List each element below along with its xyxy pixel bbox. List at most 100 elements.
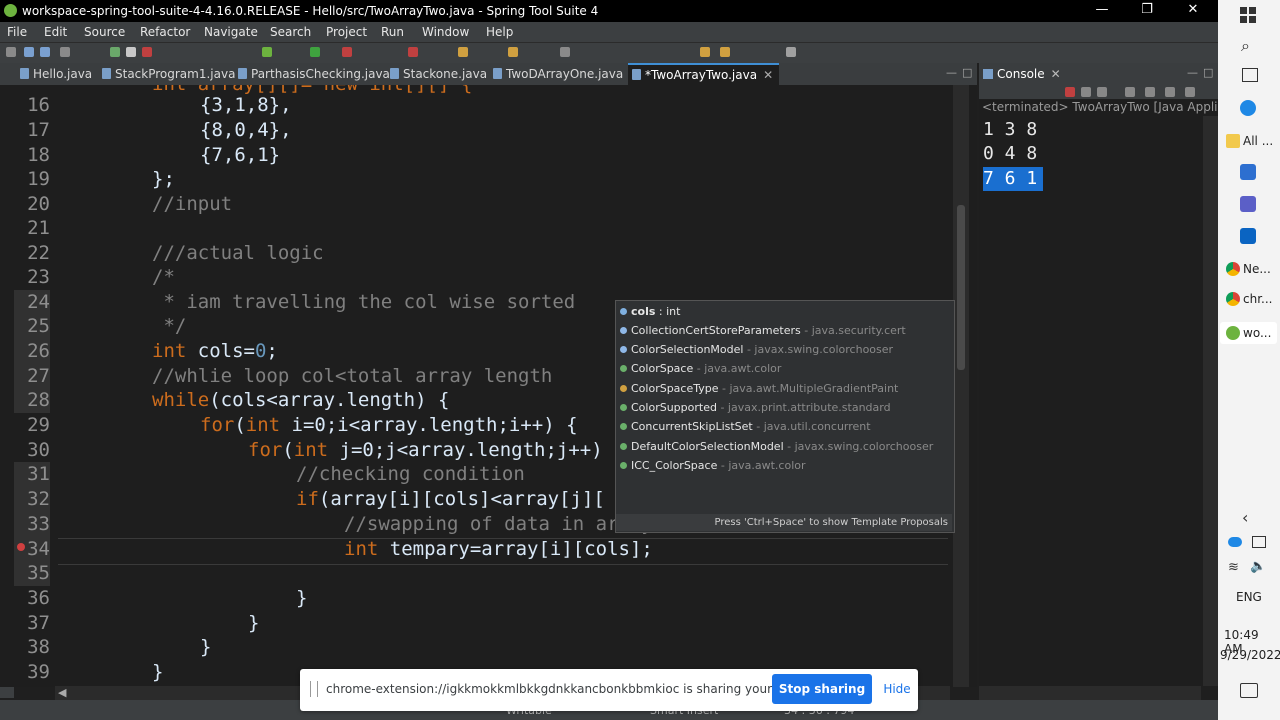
debug-icon[interactable] <box>342 47 352 57</box>
drag-handle-icon[interactable] <box>310 681 318 697</box>
maximize-editor-icon[interactable]: □ <box>962 66 972 79</box>
display-console-icon[interactable] <box>1165 87 1175 97</box>
remove-launch-icon[interactable] <box>1081 87 1091 97</box>
pin-console-icon[interactable] <box>1145 87 1155 97</box>
wifi-icon[interactable]: ≋ <box>1228 560 1239 575</box>
stop-sharing-button[interactable]: Stop sharing <box>772 674 872 704</box>
tab-console[interactable]: Console ✕ <box>983 67 1061 81</box>
console-horizontal-scrollbar[interactable] <box>979 686 1201 700</box>
console-output[interactable]: 1 3 8 0 4 8 7 6 1 <box>979 116 1218 686</box>
tab-twoarraytwo-java[interactable]: *TwoArrayTwo.java ✕ <box>628 63 780 85</box>
menu-source[interactable]: Source <box>84 25 125 39</box>
scroll-left-icon[interactable]: ◀ <box>58 686 66 699</box>
edge-icon[interactable] <box>1240 100 1256 116</box>
tab-stackone-java[interactable]: Stackone.java <box>390 63 487 85</box>
start-icon[interactable] <box>1240 7 1256 23</box>
tab-label: StackProgram1.java <box>115 67 236 81</box>
proposal-item[interactable]: cols : int <box>616 302 952 321</box>
close-button[interactable]: ✕ <box>1179 2 1207 20</box>
editor-vertical-scrollbar[interactable] <box>953 85 969 687</box>
menu-help[interactable]: Help <box>486 25 513 39</box>
taskbar-item-chrome-new[interactable]: Ne... <box>1226 262 1271 276</box>
tab-twodarrayone-java[interactable]: TwoDArrayOne.java <box>493 63 623 85</box>
remove-all-icon[interactable] <box>1097 87 1107 97</box>
back-icon[interactable] <box>700 47 710 57</box>
language-indicator[interactable]: ENG <box>1236 590 1262 604</box>
new-class-icon[interactable] <box>458 47 468 57</box>
error-marker-icon[interactable] <box>17 543 25 551</box>
teams-icon[interactable] <box>1240 196 1256 212</box>
store-icon[interactable] <box>1240 164 1256 180</box>
proposal-item[interactable]: ColorSupported - javax.print.attribute.s… <box>616 398 952 417</box>
minimize-view-icon[interactable]: — <box>1187 66 1198 79</box>
chevron-left-icon[interactable]: ‹ <box>1242 508 1248 527</box>
new-icon[interactable] <box>6 47 16 57</box>
code-text: (array[i][cols]<array[j][ <box>318 488 605 510</box>
run-icon[interactable] <box>310 47 320 57</box>
outlook-icon[interactable] <box>1240 228 1256 244</box>
proposal-name: ICC_ColorSpace <box>631 459 718 472</box>
tab-stackprogram1-java[interactable]: StackProgram1.java <box>102 63 235 85</box>
menu-project[interactable]: Project <box>326 25 367 39</box>
taskbar-item-files[interactable]: All ... <box>1226 134 1273 148</box>
menu-navigate[interactable]: Navigate <box>204 25 258 39</box>
volume-icon[interactable]: 🔈 <box>1250 559 1266 574</box>
save-icon[interactable] <box>24 47 34 57</box>
console-vertical-scrollbar[interactable] <box>1203 116 1218 686</box>
tab-parthasischecking-java[interactable]: ParthasisChecking.java <box>238 63 390 85</box>
taskbar-item-chrome[interactable]: chr... <box>1226 292 1272 306</box>
menu-search[interactable]: Search <box>270 25 311 39</box>
maximize-view-icon[interactable]: □ <box>1203 66 1213 79</box>
line-number: 24 <box>14 290 50 315</box>
hide-button[interactable]: Hide <box>882 674 912 704</box>
line-number: 17 <box>27 119 50 141</box>
open-type-icon[interactable] <box>508 47 518 57</box>
perspective-icon[interactable] <box>786 47 796 57</box>
proposal-name: cols <box>631 305 656 318</box>
terminate-icon[interactable] <box>1065 87 1075 97</box>
menu-edit[interactable]: Edit <box>44 25 67 39</box>
suspend-icon[interactable] <box>126 47 136 57</box>
minimize-button[interactable]: — <box>1088 2 1116 20</box>
proposal-item[interactable]: CollectionCertStoreParameters - java.sec… <box>616 321 952 340</box>
battery-icon[interactable] <box>1252 536 1266 548</box>
save-all-icon[interactable] <box>40 47 50 57</box>
minimize-editor-icon[interactable]: — <box>946 66 957 79</box>
menu-window[interactable]: Window <box>422 25 469 39</box>
close-tab-icon[interactable]: ✕ <box>763 68 773 82</box>
terminate-icon[interactable] <box>142 47 152 57</box>
code-line-23: /* <box>152 266 175 288</box>
taskbar-item-workspace[interactable]: wo... <box>1220 322 1278 344</box>
folder-icon <box>1226 134 1240 148</box>
proposal-item[interactable]: ColorSpaceType - java.awt.MultipleGradie… <box>616 379 952 398</box>
maximize-button[interactable]: ❐ <box>1133 2 1161 20</box>
search-icon[interactable] <box>560 47 570 57</box>
notification-icon[interactable] <box>1240 683 1258 698</box>
proposal-detail: : int <box>655 305 681 318</box>
proposal-item[interactable]: ConcurrentSkipListSet - java.util.concur… <box>616 417 952 436</box>
proposal-item[interactable]: ICC_ColorSpace - java.awt.color <box>616 456 952 475</box>
print-icon[interactable] <box>60 47 70 57</box>
clock-date[interactable]: 9/29/2022 <box>1220 648 1280 662</box>
forward-icon[interactable] <box>720 47 730 57</box>
scroll-lock-icon[interactable] <box>1125 87 1135 97</box>
onedrive-icon[interactable] <box>1228 537 1242 547</box>
proposal-item[interactable]: ColorSpace - java.awt.color <box>616 359 952 378</box>
tab-hello-java[interactable]: Hello.java <box>20 63 92 85</box>
proposal-item[interactable]: ColorSelectionModel - javax.swing.colorc… <box>616 340 952 359</box>
external-tools-icon[interactable] <box>408 47 418 57</box>
editor-scroll-thumb[interactable] <box>957 205 965 370</box>
close-tab-icon[interactable]: ✕ <box>1051 67 1061 81</box>
task-view-icon[interactable] <box>1242 68 1258 82</box>
menu-file[interactable]: File <box>7 25 27 39</box>
proposal-item[interactable]: DefaultColorSelectionModel - javax.swing… <box>616 437 952 456</box>
tab-label: TwoDArrayOne.java <box>506 67 624 81</box>
java-file-icon <box>20 68 29 79</box>
tab-label: ParthasisChecking.java <box>251 67 390 81</box>
menu-run[interactable]: Run <box>381 25 404 39</box>
new-console-icon[interactable] <box>1185 87 1195 97</box>
menu-refactor[interactable]: Refactor <box>140 25 190 39</box>
resume-icon[interactable] <box>110 47 120 57</box>
search-icon[interactable]: ⌕ <box>1241 36 1250 56</box>
spring-boot-icon[interactable] <box>262 47 272 57</box>
